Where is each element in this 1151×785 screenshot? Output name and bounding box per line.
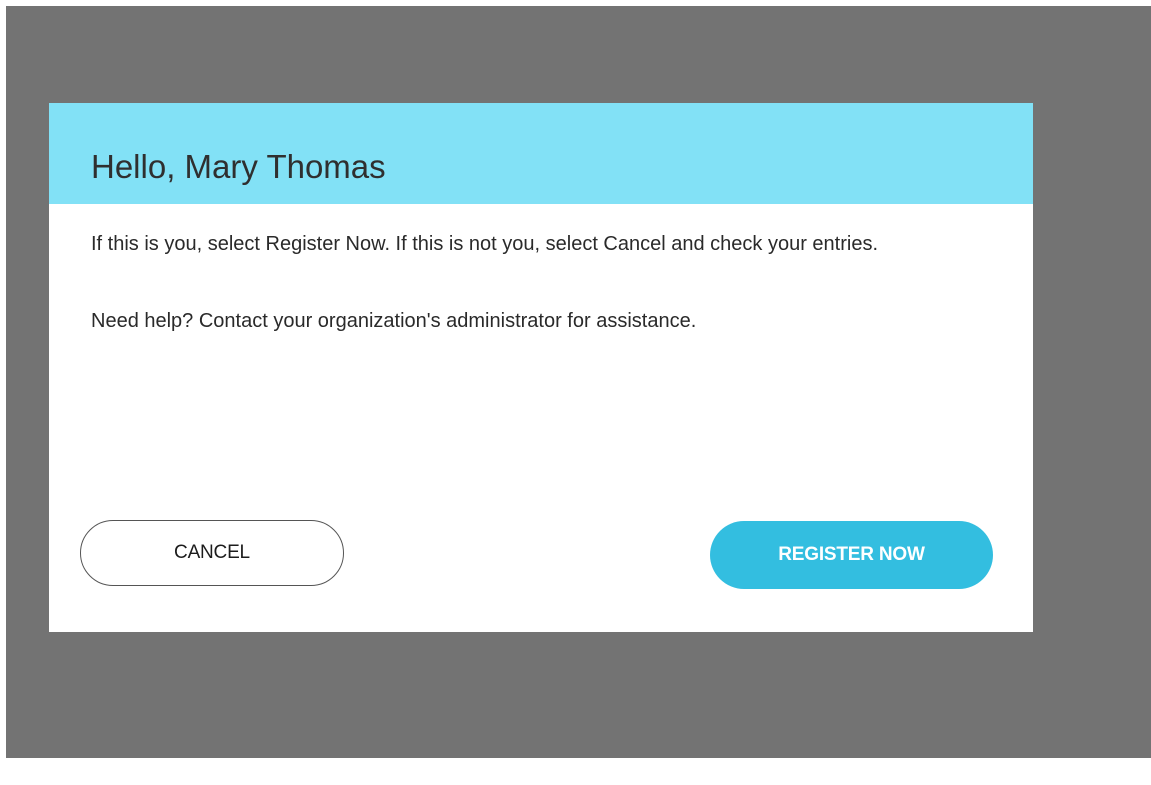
help-text: Need help? Contact your organization's a… <box>91 310 697 332</box>
dialog-title: Hello, Mary Thomas <box>91 148 386 185</box>
cancel-button[interactable]: CANCEL <box>80 520 344 586</box>
instruction-text: If this is you, select Register Now. If … <box>91 233 879 255</box>
register-now-button[interactable]: REGISTER NOW <box>710 521 993 589</box>
registration-dialog: Hello, Mary Thomas If this is you, selec… <box>49 103 1033 632</box>
dialog-body: If this is you, select Register Now. If … <box>91 227 971 381</box>
dialog-header: Hello, Mary Thomas <box>49 103 1033 204</box>
